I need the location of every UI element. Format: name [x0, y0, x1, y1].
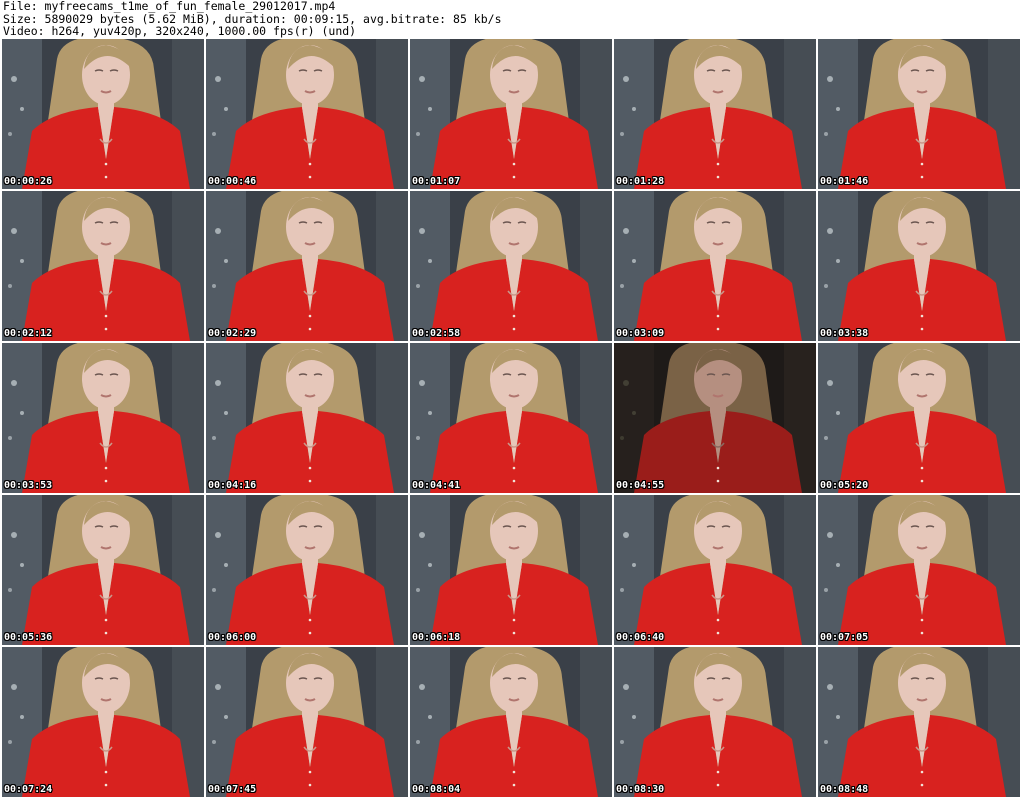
thumbnail-frame-image — [2, 647, 204, 797]
video-thumbnail[interactable]: 00:08:04 — [410, 647, 612, 797]
video-thumbnail[interactable]: 00:01:07 — [410, 39, 612, 189]
timestamp-label: 00:01:28 — [616, 176, 665, 187]
video-thumbnail[interactable]: 00:05:20 — [818, 343, 1020, 493]
timestamp-label: 00:01:07 — [412, 176, 461, 187]
timestamp-label: 00:04:16 — [208, 480, 257, 491]
video-thumbnail[interactable]: 00:03:38 — [818, 191, 1020, 341]
video-info-line: Video: h264, yuv420p, 320x240, 1000.00 f… — [3, 24, 357, 38]
thumbnail-frame-image — [410, 495, 612, 645]
thumbnail-frame-image — [818, 647, 1020, 797]
video-thumbnail[interactable]: 00:01:46 — [818, 39, 1020, 189]
video-thumbnail[interactable]: 00:05:36 — [2, 495, 204, 645]
timestamp-label: 00:08:04 — [412, 784, 461, 795]
video-thumbnail[interactable]: 00:07:05 — [818, 495, 1020, 645]
video-thumbnail[interactable]: 00:02:12 — [2, 191, 204, 341]
thumbnail-frame-image — [614, 39, 816, 189]
timestamp-label: 00:03:38 — [820, 328, 869, 339]
timestamp-label: 00:06:00 — [208, 632, 257, 643]
timestamp-label: 00:03:53 — [4, 480, 53, 491]
timestamp-label: 00:06:40 — [616, 632, 665, 643]
thumbnail-grid: 00:00:26 00:00:46 00:01:07 00:01:28 00:0… — [2, 39, 1020, 797]
video-thumbnail[interactable]: 00:00:46 — [206, 39, 408, 189]
timestamp-label: 00:07:05 — [820, 632, 869, 643]
thumbnail-frame-image — [818, 495, 1020, 645]
thumbnail-frame-image — [410, 647, 612, 797]
timestamp-label: 00:05:36 — [4, 632, 53, 643]
video-thumbnail[interactable]: 00:06:00 — [206, 495, 408, 645]
thumbnail-frame-image — [2, 343, 204, 493]
timestamp-label: 00:08:48 — [820, 784, 869, 795]
video-thumbnail[interactable]: 00:03:09 — [614, 191, 816, 341]
thumbnail-frame-image — [410, 39, 612, 189]
video-thumbnail[interactable]: 00:07:24 — [2, 647, 204, 797]
thumbnail-frame-image — [818, 39, 1020, 189]
timestamp-label: 00:02:58 — [412, 328, 461, 339]
thumbnail-frame-image — [614, 191, 816, 341]
timestamp-label: 00:05:20 — [820, 480, 869, 491]
thumbnail-frame-image — [2, 495, 204, 645]
video-thumbnail[interactable]: 00:04:41 — [410, 343, 612, 493]
thumbnail-frame-image — [614, 343, 816, 493]
timestamp-label: 00:06:18 — [412, 632, 461, 643]
timestamp-label: 00:04:41 — [412, 480, 461, 491]
thumbnail-frame-image — [206, 39, 408, 189]
timestamp-label: 00:01:46 — [820, 176, 869, 187]
timestamp-label: 00:08:30 — [616, 784, 665, 795]
timestamp-label: 00:07:45 — [208, 784, 257, 795]
video-thumbnail[interactable]: 00:02:58 — [410, 191, 612, 341]
thumbnail-frame-image — [410, 343, 612, 493]
video-thumbnail[interactable]: 00:04:16 — [206, 343, 408, 493]
thumbnail-frame-image — [614, 647, 816, 797]
file-info-header: File: myfreecams_t1me_of_fun_female_2901… — [3, 0, 1021, 38]
timestamp-label: 00:04:55 — [616, 480, 665, 491]
video-thumbnail[interactable]: 00:03:53 — [2, 343, 204, 493]
thumbnail-frame-image — [2, 39, 204, 189]
video-thumbnail[interactable]: 00:08:30 — [614, 647, 816, 797]
video-thumbnail[interactable]: 00:08:48 — [818, 647, 1020, 797]
timestamp-label: 00:03:09 — [616, 328, 665, 339]
thumbnail-frame-image — [614, 495, 816, 645]
timestamp-label: 00:07:24 — [4, 784, 53, 795]
video-thumbnail[interactable]: 00:02:29 — [206, 191, 408, 341]
thumbnail-frame-image — [410, 191, 612, 341]
timestamp-label: 00:00:46 — [208, 176, 257, 187]
video-thumbnail[interactable]: 00:06:40 — [614, 495, 816, 645]
timestamp-label: 00:02:12 — [4, 328, 53, 339]
video-thumbnail[interactable]: 00:07:45 — [206, 647, 408, 797]
thumbnail-frame-image — [206, 495, 408, 645]
file-name-line: File: myfreecams_t1me_of_fun_female_2901… — [3, 0, 336, 13]
thumbnail-frame-image — [818, 343, 1020, 493]
timestamp-label: 00:00:26 — [4, 176, 53, 187]
video-thumbnail[interactable]: 00:01:28 — [614, 39, 816, 189]
thumbnail-frame-image — [2, 191, 204, 341]
video-thumbnail[interactable]: 00:04:55 — [614, 343, 816, 493]
video-thumbnail[interactable]: 00:00:26 — [2, 39, 204, 189]
thumbnail-frame-image — [206, 191, 408, 341]
thumbnail-frame-image — [206, 647, 408, 797]
thumbnail-frame-image — [818, 191, 1020, 341]
video-thumbnail[interactable]: 00:06:18 — [410, 495, 612, 645]
thumbnail-frame-image — [206, 343, 408, 493]
timestamp-label: 00:02:29 — [208, 328, 257, 339]
